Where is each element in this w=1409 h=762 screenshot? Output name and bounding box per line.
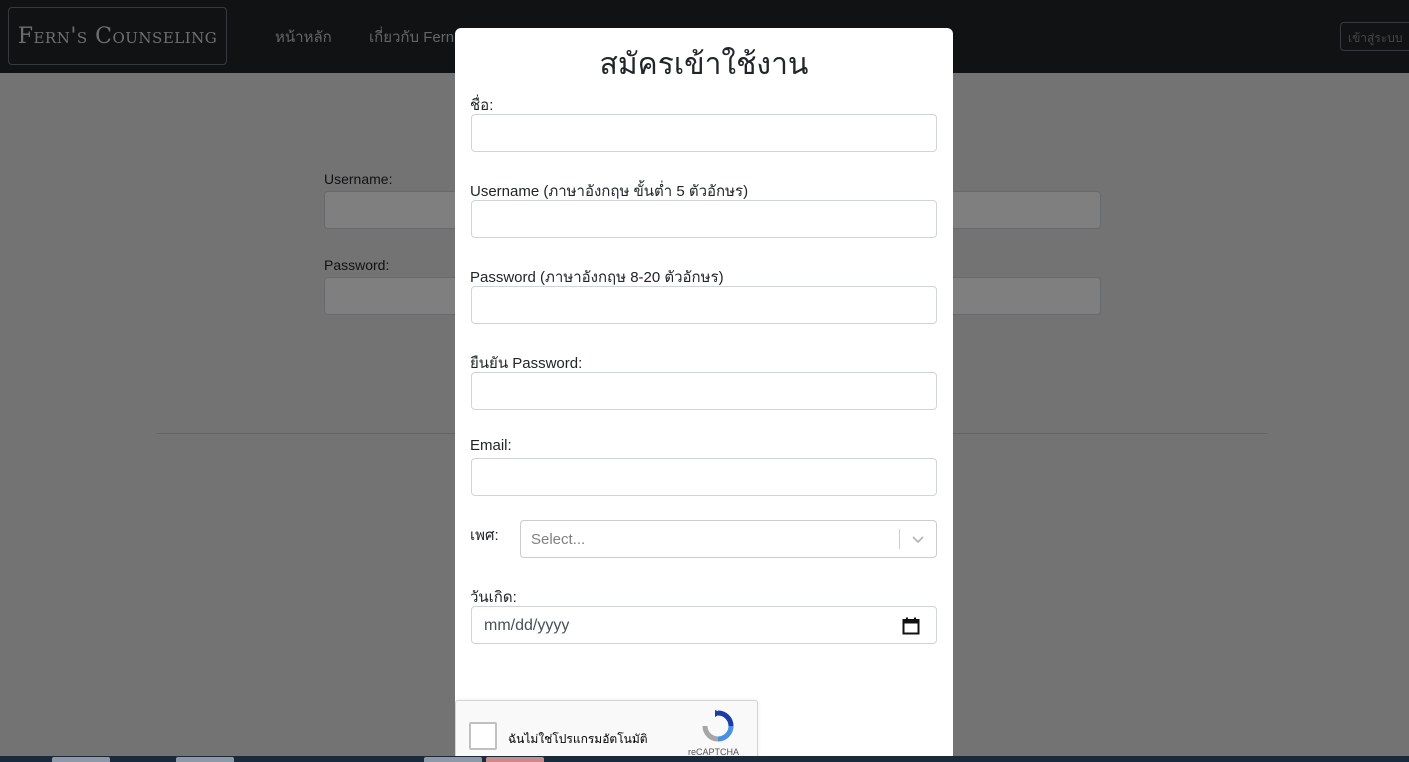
taskbar-item[interactable] [486, 757, 544, 762]
recaptcha-checkbox[interactable] [469, 722, 497, 750]
taskbar-item[interactable] [424, 757, 482, 762]
recaptcha-label: ฉันไม่ใช่โปรแกรมอัตโนมัติ [508, 732, 648, 746]
birthdate-placeholder: mm/dd/yyyy [484, 617, 570, 634]
confirm-password-input[interactable] [471, 372, 937, 410]
email-label: Email: [470, 437, 512, 454]
calendar-icon[interactable] [902, 617, 920, 635]
gender-select-placeholder: Select... [531, 531, 586, 548]
email-input[interactable] [471, 458, 937, 496]
recaptcha-logo-icon [702, 710, 734, 742]
register-modal: สมัครเข้าใช้งาน ชื่อ: Username (ภาษาอังก… [455, 28, 953, 762]
chevron-down-icon[interactable] [910, 533, 926, 547]
gender-select[interactable]: Select... [520, 520, 937, 558]
taskbar-item[interactable] [52, 757, 110, 762]
recaptcha-widget: ฉันไม่ใช่โปรแกรมอัตโนมัติ reCAPTCHA [455, 700, 758, 762]
select-separator [899, 529, 900, 549]
password-input[interactable] [471, 286, 937, 324]
username-input[interactable] [471, 200, 937, 238]
taskbar-item[interactable] [176, 757, 234, 762]
birthdate-input[interactable]: mm/dd/yyyy [471, 606, 937, 644]
modal-title: สมัครเข้าใช้งาน [599, 47, 809, 82]
gender-label: เพศ: [470, 527, 499, 544]
name-input[interactable] [471, 114, 937, 152]
